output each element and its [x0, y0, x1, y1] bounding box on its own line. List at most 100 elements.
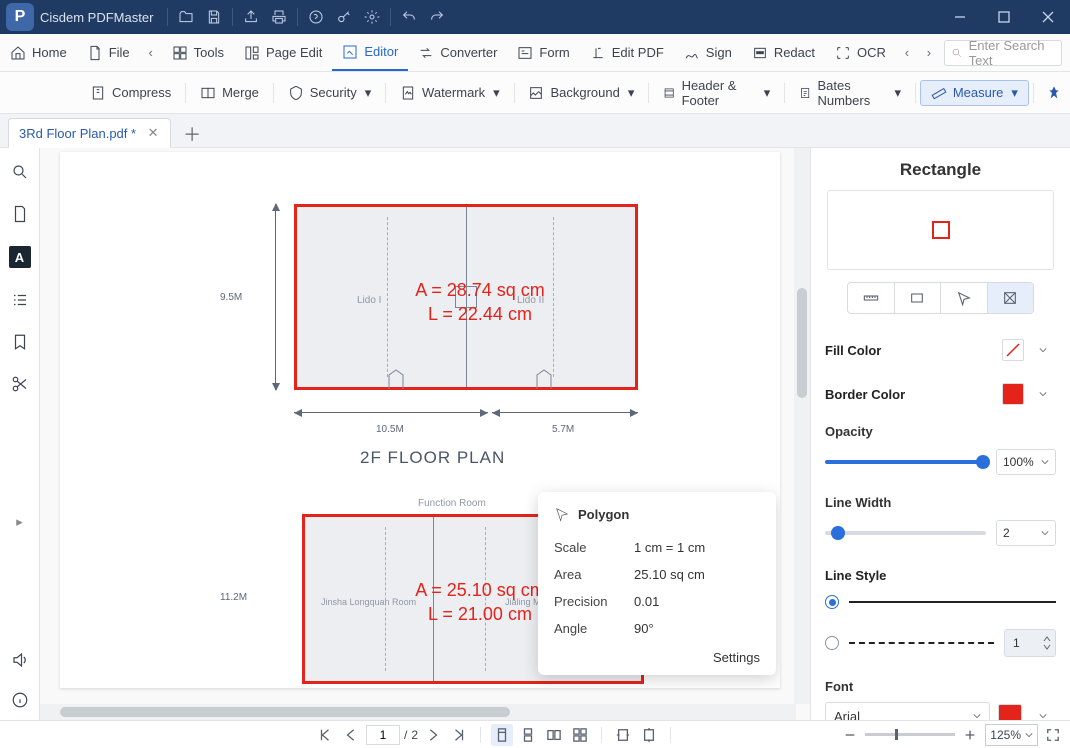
- measure-type-tabs: [847, 282, 1034, 314]
- pin-toolbar-icon[interactable]: [1038, 85, 1070, 101]
- page-first-button[interactable]: [314, 724, 336, 746]
- page-total: 2: [411, 728, 418, 742]
- open-icon[interactable]: [172, 3, 200, 31]
- opacity-slider[interactable]: [825, 460, 986, 464]
- radio-dashed[interactable]: [825, 636, 839, 650]
- page-next-button[interactable]: [422, 724, 444, 746]
- border-color-dropdown[interactable]: [1030, 382, 1056, 406]
- zoom-in-button[interactable]: [959, 724, 981, 746]
- border-color-swatch[interactable]: [1002, 383, 1024, 405]
- line-style-dashed[interactable]: 1: [825, 619, 1056, 667]
- popup-settings-link[interactable]: Settings: [554, 650, 760, 665]
- font-color-dropdown[interactable]: [1030, 704, 1056, 720]
- fill-color-dropdown[interactable]: [1030, 338, 1056, 362]
- find-icon[interactable]: [10, 162, 30, 182]
- nav-scroll-right[interactable]: ›: [918, 34, 940, 71]
- nav-form[interactable]: Form: [507, 34, 579, 71]
- nav-redact[interactable]: Redact: [742, 34, 825, 71]
- measure-area-1: A = 28.74 sq cm: [380, 280, 580, 301]
- search-input[interactable]: Enter Search Text: [944, 40, 1062, 66]
- view-facing-icon[interactable]: [543, 724, 565, 746]
- dash-count-stepper[interactable]: 1: [1004, 629, 1056, 657]
- nav-home[interactable]: Home: [0, 34, 77, 71]
- nav-file[interactable]: File: [77, 34, 140, 71]
- radio-solid[interactable]: [825, 595, 839, 609]
- outline-icon[interactable]: [10, 290, 30, 310]
- sound-icon[interactable]: [10, 650, 30, 670]
- opacity-value[interactable]: 100%: [996, 449, 1056, 475]
- tab-polygon-icon[interactable]: [940, 283, 987, 313]
- app-logo: P: [6, 3, 34, 31]
- panel-title: Rectangle: [811, 148, 1070, 190]
- horizontal-scrollbar[interactable]: [40, 704, 796, 720]
- tool-background[interactable]: Background▾: [518, 81, 644, 105]
- nav-page-edit[interactable]: Page Edit: [234, 34, 332, 71]
- tool-compress[interactable]: Compress: [80, 81, 181, 105]
- fill-color-swatch[interactable]: [1002, 339, 1024, 361]
- info-icon[interactable]: [10, 690, 30, 710]
- measure-perim-1: L = 22.44 cm: [380, 304, 580, 325]
- main-toolbar: Home File ‹ Tools Page Edit Editor Conve…: [0, 34, 1070, 72]
- tool-security[interactable]: Security▾: [278, 81, 382, 105]
- save-icon[interactable]: [200, 3, 228, 31]
- view-continuous-icon[interactable]: [517, 724, 539, 746]
- view-cover-icon[interactable]: [569, 724, 591, 746]
- scissors-icon[interactable]: [10, 374, 30, 394]
- page-number-input[interactable]: [366, 725, 400, 745]
- font-color-swatch[interactable]: [998, 704, 1022, 720]
- vertical-scrollbar[interactable]: [794, 148, 810, 704]
- key-icon[interactable]: [330, 3, 358, 31]
- redo-icon[interactable]: [423, 3, 451, 31]
- line-width-slider[interactable]: [825, 531, 986, 535]
- share-icon[interactable]: [237, 3, 265, 31]
- document-tab[interactable]: 3Rd Floor Plan.pdf * ✕: [8, 118, 171, 148]
- maximize-button[interactable]: [982, 0, 1026, 34]
- zoom-out-button[interactable]: [839, 724, 861, 746]
- document-canvas[interactable]: 9.5M Lido I Lido II A = 28.74 sq cm L = …: [40, 148, 810, 720]
- help-icon[interactable]: [302, 3, 330, 31]
- annotations-icon[interactable]: A: [9, 246, 31, 268]
- titlebar: P Cisdem PDFMaster: [0, 0, 1070, 34]
- view-single-icon[interactable]: [491, 724, 513, 746]
- nav-tools[interactable]: Tools: [162, 34, 234, 71]
- zoom-level-select[interactable]: 125%: [985, 724, 1038, 746]
- nav-ocr[interactable]: OCR: [825, 34, 896, 71]
- font-family-select[interactable]: Arial: [825, 702, 990, 720]
- fit-width-icon[interactable]: [612, 724, 634, 746]
- tab-add-button[interactable]: ＋: [179, 121, 205, 147]
- minimize-button[interactable]: [938, 0, 982, 34]
- settings-icon[interactable]: [358, 3, 386, 31]
- zoom-slider[interactable]: [865, 733, 955, 736]
- tab-strip: 3Rd Floor Plan.pdf * ✕ ＋: [0, 114, 1070, 148]
- nav-edit-pdf[interactable]: Edit PDF: [580, 34, 674, 71]
- pdf-page[interactable]: 9.5M Lido I Lido II A = 28.74 sq cm L = …: [60, 152, 780, 688]
- print-icon[interactable]: [265, 3, 293, 31]
- sidebar-expand[interactable]: ▸: [16, 416, 23, 628]
- tab-ruler-icon[interactable]: [848, 283, 894, 313]
- nav-prev[interactable]: ‹: [140, 34, 162, 71]
- nav-converter[interactable]: Converter: [408, 34, 507, 71]
- fullscreen-icon[interactable]: [1042, 724, 1064, 746]
- fit-page-icon[interactable]: [638, 724, 660, 746]
- tool-bates[interactable]: Bates Numbers▾: [789, 74, 911, 112]
- page-prev-button[interactable]: [340, 724, 362, 746]
- line-style-solid[interactable]: [825, 585, 1056, 619]
- measure-popup: Polygon Scale1 cm = 1 cm Area25.10 sq cm…: [538, 492, 776, 675]
- tool-watermark[interactable]: Watermark▾: [390, 81, 510, 105]
- page-last-button[interactable]: [448, 724, 470, 746]
- nav-editor[interactable]: Editor: [332, 34, 408, 71]
- bookmark-icon[interactable]: [10, 332, 30, 352]
- close-button[interactable]: [1026, 0, 1070, 34]
- tool-header-footer[interactable]: Header & Footer▾: [653, 74, 780, 112]
- undo-icon[interactable]: [395, 3, 423, 31]
- nav-sign[interactable]: Sign: [674, 34, 742, 71]
- tool-measure[interactable]: Measure▾: [920, 80, 1029, 106]
- tab-rectangle-icon[interactable]: [894, 283, 941, 313]
- tool-merge[interactable]: Merge: [190, 81, 269, 105]
- tab-area-icon[interactable]: [987, 283, 1034, 313]
- nav-scroll-left[interactable]: ‹: [896, 34, 918, 71]
- dimension-vertical: [263, 204, 287, 390]
- line-width-value[interactable]: 2: [996, 520, 1056, 546]
- tab-close-icon[interactable]: ✕: [146, 126, 160, 140]
- thumbnails-icon[interactable]: [10, 204, 30, 224]
